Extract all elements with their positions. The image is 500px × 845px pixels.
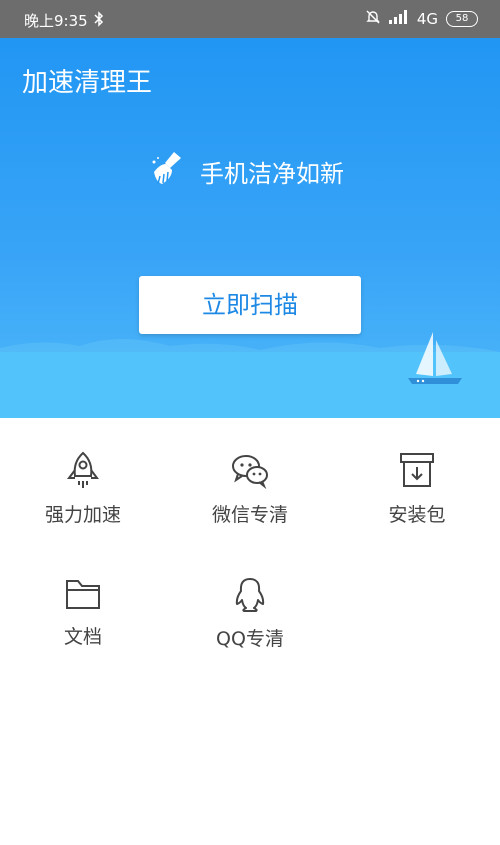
tool-documents[interactable]: 文档 xyxy=(0,544,166,654)
signal-icon xyxy=(388,10,409,28)
bluetooth-icon xyxy=(94,10,104,31)
tagline: 手机洁净如新 xyxy=(148,148,344,194)
folder-icon xyxy=(66,580,100,609)
tool-wechat-label: 微信专清 xyxy=(211,504,288,526)
tool-documents-label: 文档 xyxy=(63,626,102,648)
sea-illustration xyxy=(0,332,500,418)
network-type: 4G xyxy=(416,10,438,28)
tool-apk-files[interactable]: 安装包 xyxy=(334,418,500,528)
scan-now-button[interactable]: 立即扫描 xyxy=(139,276,361,334)
wechat-icon xyxy=(232,455,268,490)
hero-banner: 加速清理王 手机洁净如新 立即扫描 xyxy=(0,38,500,418)
battery-indicator: 58 xyxy=(446,11,478,27)
tool-qq-label: QQ专清 xyxy=(216,628,284,650)
tool-boost-label: 强力加速 xyxy=(44,504,121,526)
broom-icon xyxy=(148,148,188,194)
qq-icon xyxy=(235,578,265,612)
tagline-text: 手机洁净如新 xyxy=(200,159,344,188)
tool-qq-clean[interactable]: QQ专清 xyxy=(167,544,333,654)
package-icon xyxy=(400,453,434,487)
status-time: 晚上9:35 xyxy=(24,12,88,30)
mute-bell-icon xyxy=(365,9,381,29)
app-title: 加速清理王 xyxy=(22,68,153,98)
tool-apk-label: 安装包 xyxy=(388,504,446,526)
tool-wechat-clean[interactable]: 微信专清 xyxy=(167,418,333,528)
tool-boost[interactable]: 强力加速 xyxy=(0,418,166,528)
status-bar: 晚上9:35 4G 58 xyxy=(0,0,500,38)
rocket-icon xyxy=(67,451,99,488)
